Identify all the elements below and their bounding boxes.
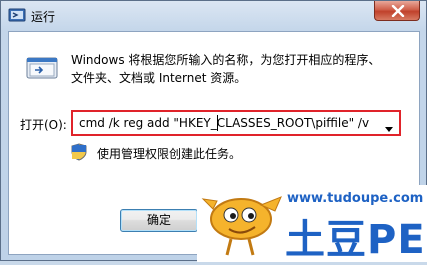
description-line: Windows 将根据您所输入的名称，为您打开相应的程序、 xyxy=(71,53,381,67)
description-line: 文件夹、文档或 Internet 资源。 xyxy=(71,71,247,85)
watermark: www.tudoupe.com 土豆PE xyxy=(197,185,427,263)
watermark-url: www.tudoupe.com xyxy=(287,191,424,206)
window-title: 运行 xyxy=(31,10,56,24)
title-bar[interactable]: 运行 xyxy=(1,1,426,31)
run-program-icon xyxy=(26,52,60,82)
potato-mascot-icon xyxy=(201,185,287,262)
command-input[interactable]: cmd /k reg add "HKEY_CLASSES_ROOT\piffil… xyxy=(79,116,371,130)
ok-button[interactable]: 确定 xyxy=(120,209,198,232)
watermark-brand: 土豆PE xyxy=(285,217,426,263)
dropdown-arrow-icon[interactable] xyxy=(385,121,393,135)
dialog-description: Windows 将根据您所输入的名称，为您打开相应的程序、 文件夹、文档或 In… xyxy=(71,51,401,87)
close-button[interactable] xyxy=(374,1,420,21)
command-combobox[interactable]: cmd /k reg add "HKEY_CLASSES_ROOT\piffil… xyxy=(71,110,401,136)
admin-privilege-note: 使用管理权限创建此任务。 xyxy=(97,147,242,161)
uac-shield-icon xyxy=(71,143,87,161)
run-app-icon xyxy=(8,7,26,23)
run-dialog-window: 运行 Windows 将根据您所输入的名称，为您打开相应的程序、 文件夹、文档或… xyxy=(0,0,427,263)
open-label: 打开(O): xyxy=(20,118,67,132)
close-icon xyxy=(391,5,405,17)
text-caret xyxy=(217,115,218,131)
